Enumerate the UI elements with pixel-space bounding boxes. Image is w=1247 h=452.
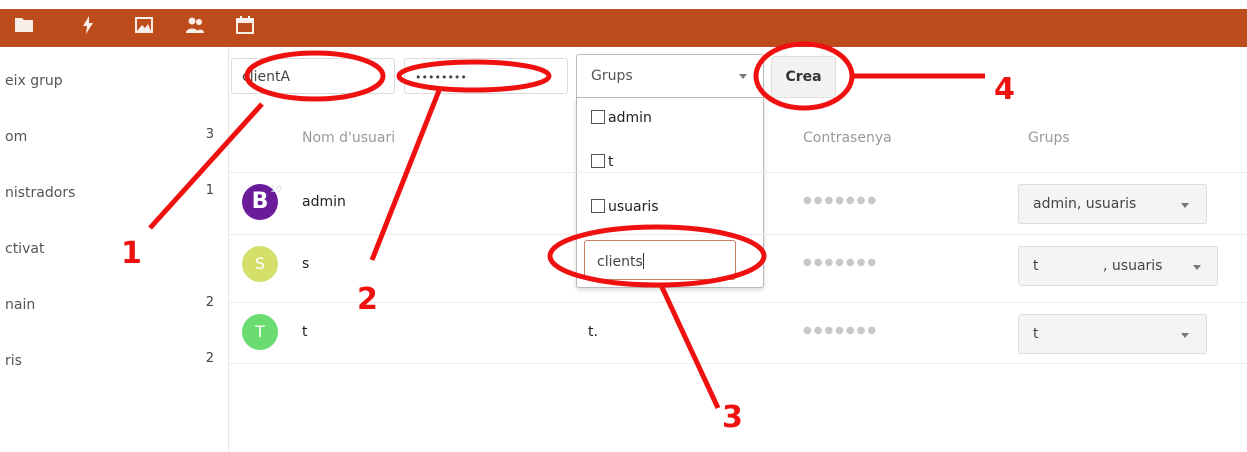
annotation-line-3 (658, 283, 721, 410)
annotation-overlay (148, 41, 985, 410)
annotation-ellipse-3 (547, 224, 767, 288)
annotation-ellipse-4 (753, 41, 855, 111)
annotation-ellipse-2 (396, 59, 552, 93)
annotation-line-1 (148, 102, 264, 230)
annotation-ellipse-1 (244, 50, 386, 102)
annotation-label-3: 3 (722, 400, 743, 435)
annotation-label-4: 4 (994, 72, 1015, 107)
annotation-label-2: 2 (357, 282, 378, 317)
annotation-line-2 (369, 87, 443, 261)
annotation-label-1: 1 (121, 236, 142, 271)
